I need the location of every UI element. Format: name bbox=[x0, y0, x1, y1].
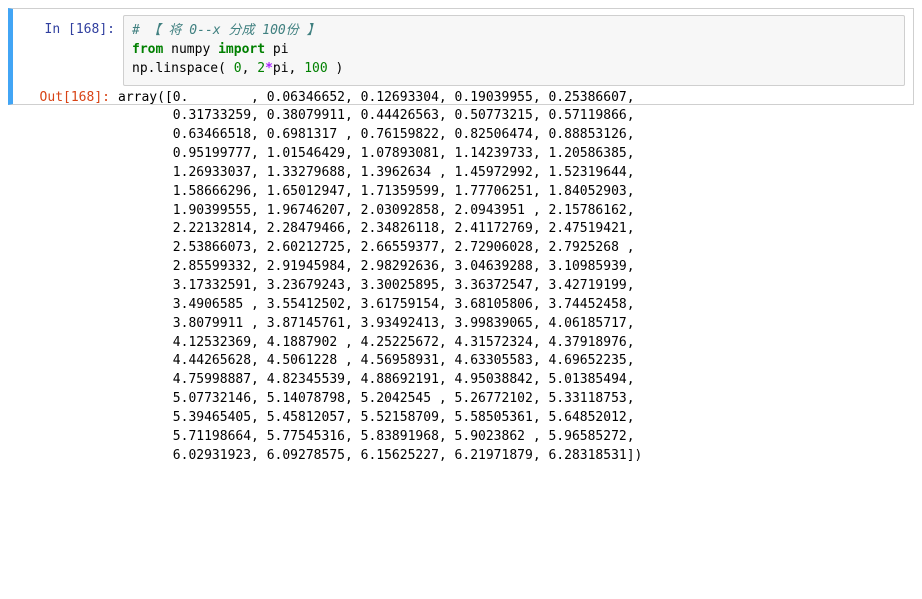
prompt-column: In [168]: bbox=[13, 15, 123, 98]
input-prompt: In [168]: bbox=[45, 22, 115, 37]
code-text: pi, bbox=[273, 61, 304, 76]
code-number: 0 bbox=[234, 61, 242, 76]
output-prompt-col: Out[168]: bbox=[8, 87, 118, 466]
output-text: array([0. , 0.06346652, 0.12693304, 0.19… bbox=[118, 87, 914, 466]
code-text: , bbox=[242, 61, 258, 76]
code-operator: * bbox=[265, 61, 273, 76]
content-column: # 【 将 0--x 分成 100份 】 from numpy import p… bbox=[123, 15, 913, 98]
code-text: numpy bbox=[163, 42, 218, 57]
code-keyword-import: import bbox=[218, 42, 265, 57]
code-text: np.linspace( bbox=[132, 61, 234, 76]
code-text: ) bbox=[328, 61, 344, 76]
code-comment: # 【 将 0--x 分成 100份 】 bbox=[132, 23, 320, 38]
code-input-area[interactable]: # 【 将 0--x 分成 100份 】 from numpy import p… bbox=[123, 15, 905, 86]
code-text: pi bbox=[265, 42, 288, 57]
output-prompt: Out[168]: bbox=[40, 90, 110, 105]
code-keyword-from: from bbox=[132, 42, 163, 57]
code-number: 100 bbox=[304, 61, 327, 76]
output-section: Out[168]: array([0. , 0.06346652, 0.1269… bbox=[8, 87, 914, 466]
code-number: 2 bbox=[257, 61, 265, 76]
